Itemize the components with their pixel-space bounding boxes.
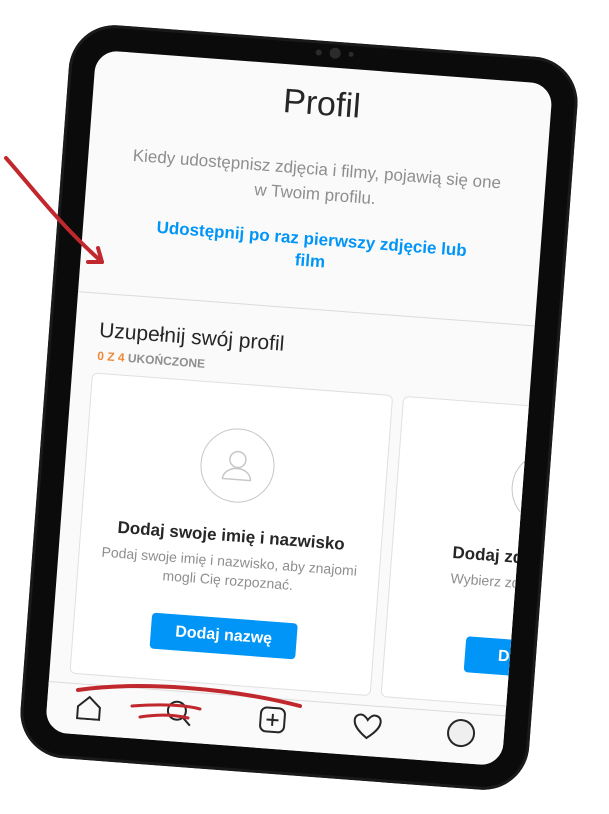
progress-count: 0 Z 4	[96, 348, 126, 365]
profile-photo-icon	[508, 449, 553, 529]
add-name-card: Dodaj swoje imię i nazwisko Podaj swoje …	[69, 372, 394, 697]
camera-lens	[329, 47, 342, 60]
share-first-photo-link[interactable]: Udostępnij po raz pierwszy zdjęcie lub f…	[141, 216, 481, 285]
add-photo-button[interactable]: Dodaj zdję	[463, 636, 553, 684]
section-divider	[78, 291, 535, 327]
tablet-frame: Profil Kiedy udostępnisz zdjęcia i filmy…	[17, 21, 586, 794]
app-screen: Profil Kiedy udostępnisz zdjęcia i filmy…	[44, 49, 553, 767]
profile-progress: 0 Z 4 UKOŃCZONE	[97, 349, 206, 371]
search-icon[interactable]	[163, 698, 193, 733]
card-title: Dodaj zdjęcie pr	[451, 542, 553, 572]
card-description: Wybierz zdjęcie pr aby zaprezentowa	[450, 569, 553, 603]
camera-dot	[315, 48, 322, 56]
screenshot-stage: Profil Kiedy udostępnisz zdjęcia i filmy…	[0, 0, 609, 814]
activity-heart-icon[interactable]	[351, 712, 383, 747]
add-name-button[interactable]: Dodaj nazwę	[149, 612, 298, 660]
camera-sensor	[348, 51, 354, 58]
progress-label: UKOŃCZONE	[127, 351, 206, 371]
empty-state-description: Kiedy udostępnisz zdjęcia i filmy, pojaw…	[132, 145, 502, 209]
home-icon[interactable]	[74, 693, 104, 726]
add-photo-card: Dodaj zdjęcie pr Wybierz zdjęcie pr aby …	[380, 395, 553, 720]
profile-avatar-icon[interactable]	[445, 717, 478, 754]
page-title: Profil	[281, 82, 362, 126]
person-icon	[197, 425, 278, 506]
front-camera	[315, 46, 354, 60]
add-post-icon[interactable]	[257, 705, 287, 740]
